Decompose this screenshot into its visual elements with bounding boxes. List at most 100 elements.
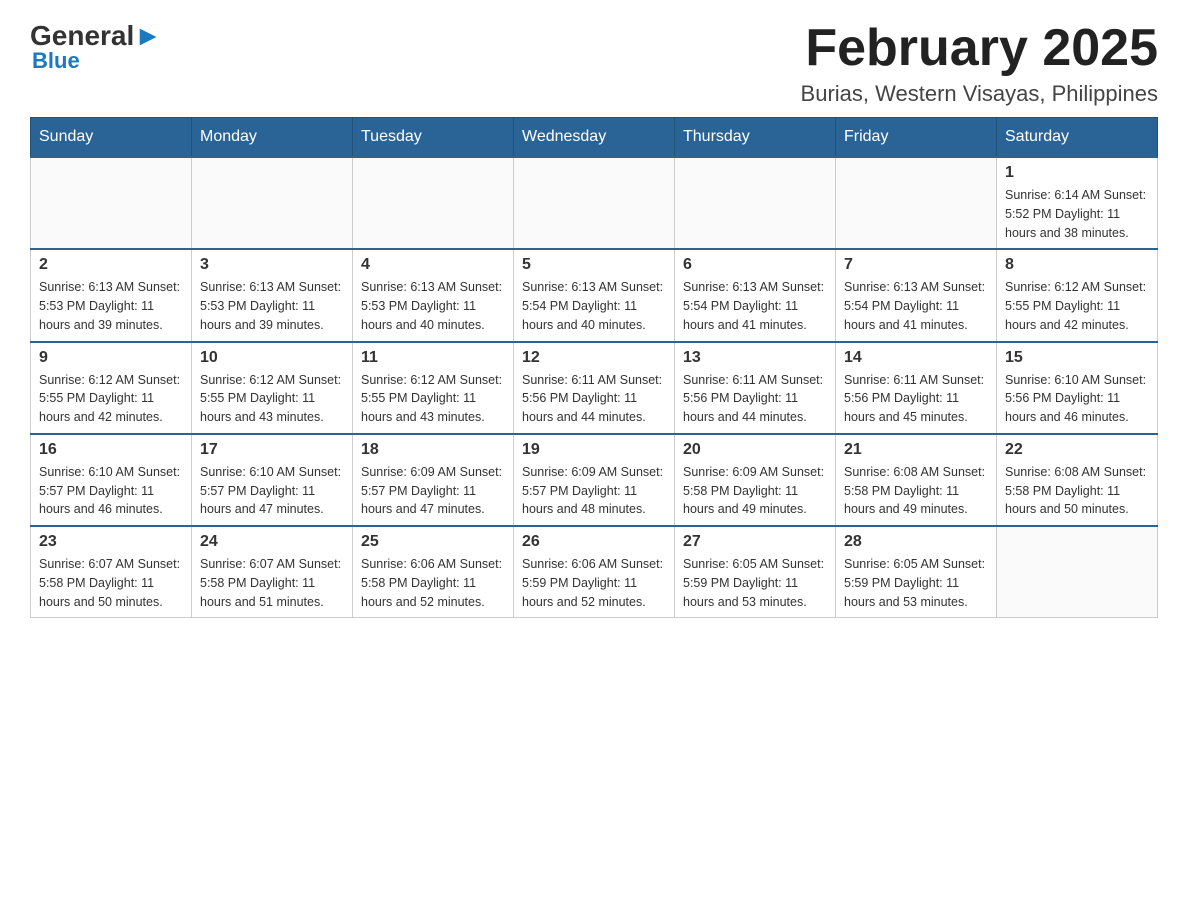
calendar-week-row: 9 Sunrise: 6:12 AM Sunset: 5:55 PM Daylig… [31,342,1158,434]
table-row: 23 Sunrise: 6:07 AM Sunset: 5:58 PM Dayli… [31,526,192,618]
page-subtitle: Burias, Western Visayas, Philippines [801,81,1158,107]
day-number: 23 [39,533,183,551]
day-number: 6 [683,256,827,274]
day-info: Sunrise: 6:09 AM Sunset: 5:57 PM Dayligh… [522,463,666,519]
table-row: 20Sunrise: 6:09 AM Sunset: 5:58 PM Dayli… [675,434,836,526]
day-info: Sunrise: 6:13 AM Sunset: 5:54 PM Dayligh… [522,278,666,334]
calendar-header-row: Sunday Monday Tuesday Wednesday Thursday… [31,118,1158,158]
table-row [514,157,675,249]
calendar-week-row: 16Sunrise: 6:10 AM Sunset: 5:57 PM Dayli… [31,434,1158,526]
day-info: Sunrise: 6:07 AM Sunset: 5:58 PM Dayligh… [39,555,183,611]
table-row [353,157,514,249]
day-info: Sunrise: 6:08 AM Sunset: 5:58 PM Dayligh… [1005,463,1149,519]
day-info: Sunrise: 6:13 AM Sunset: 5:53 PM Dayligh… [39,278,183,334]
day-number: 19 [522,441,666,459]
table-row: 11 Sunrise: 6:12 AM Sunset: 5:55 PM Dayli… [353,342,514,434]
logo: General ► Blue [30,20,162,74]
day-number: 1 [1005,164,1149,182]
table-row: 14 Sunrise: 6:11 AM Sunset: 5:56 PM Dayli… [836,342,997,434]
day-info: Sunrise: 6:10 AM Sunset: 5:57 PM Dayligh… [200,463,344,519]
day-number: 14 [844,349,988,367]
table-row: 1 Sunrise: 6:14 AM Sunset: 5:52 PM Daylig… [997,157,1158,249]
table-row: 18 Sunrise: 6:09 AM Sunset: 5:57 PM Dayli… [353,434,514,526]
table-row: 4Sunrise: 6:13 AM Sunset: 5:53 PM Daylig… [353,249,514,341]
day-info: Sunrise: 6:12 AM Sunset: 5:55 PM Dayligh… [1005,278,1149,334]
day-number: 21 [844,441,988,459]
day-info: Sunrise: 6:13 AM Sunset: 5:53 PM Dayligh… [200,278,344,334]
day-info: Sunrise: 6:05 AM Sunset: 5:59 PM Dayligh… [683,555,827,611]
table-row: 5 Sunrise: 6:13 AM Sunset: 5:54 PM Daylig… [514,249,675,341]
table-row: 6 Sunrise: 6:13 AM Sunset: 5:54 PM Daylig… [675,249,836,341]
day-number: 12 [522,349,666,367]
day-number: 8 [1005,256,1149,274]
table-row: 7 Sunrise: 6:13 AM Sunset: 5:54 PM Daylig… [836,249,997,341]
table-row: 17 Sunrise: 6:10 AM Sunset: 5:57 PM Dayli… [192,434,353,526]
calendar-table: Sunday Monday Tuesday Wednesday Thursday… [30,117,1158,618]
day-number: 17 [200,441,344,459]
table-row: 16Sunrise: 6:10 AM Sunset: 5:57 PM Dayli… [31,434,192,526]
calendar-week-row: 23 Sunrise: 6:07 AM Sunset: 5:58 PM Dayli… [31,526,1158,618]
col-sunday: Sunday [31,118,192,158]
day-number: 9 [39,349,183,367]
table-row: 12 Sunrise: 6:11 AM Sunset: 5:56 PM Dayli… [514,342,675,434]
table-row: 21 Sunrise: 6:08 AM Sunset: 5:58 PM Dayli… [836,434,997,526]
calendar-week-row: 1 Sunrise: 6:14 AM Sunset: 5:52 PM Daylig… [31,157,1158,249]
logo-blue-text: ► [134,20,162,52]
col-tuesday: Tuesday [353,118,514,158]
table-row [675,157,836,249]
table-row: 9 Sunrise: 6:12 AM Sunset: 5:55 PM Daylig… [31,342,192,434]
table-row: 13Sunrise: 6:11 AM Sunset: 5:56 PM Dayli… [675,342,836,434]
day-number: 7 [844,256,988,274]
day-number: 28 [844,533,988,551]
day-number: 22 [1005,441,1149,459]
day-info: Sunrise: 6:12 AM Sunset: 5:55 PM Dayligh… [39,371,183,427]
day-number: 25 [361,533,505,551]
day-info: Sunrise: 6:11 AM Sunset: 5:56 PM Dayligh… [844,371,988,427]
table-row: 2 Sunrise: 6:13 AM Sunset: 5:53 PM Daylig… [31,249,192,341]
logo-sub: Blue [32,48,80,74]
table-row [997,526,1158,618]
table-row: 27Sunrise: 6:05 AM Sunset: 5:59 PM Dayli… [675,526,836,618]
day-info: Sunrise: 6:13 AM Sunset: 5:53 PM Dayligh… [361,278,505,334]
day-info: Sunrise: 6:14 AM Sunset: 5:52 PM Dayligh… [1005,186,1149,242]
day-info: Sunrise: 6:12 AM Sunset: 5:55 PM Dayligh… [361,371,505,427]
day-number: 11 [361,349,505,367]
col-monday: Monday [192,118,353,158]
day-number: 2 [39,256,183,274]
page-header: General ► Blue February 2025 Burias, Wes… [30,20,1158,107]
day-number: 5 [522,256,666,274]
day-info: Sunrise: 6:09 AM Sunset: 5:57 PM Dayligh… [361,463,505,519]
table-row: 25 Sunrise: 6:06 AM Sunset: 5:58 PM Dayli… [353,526,514,618]
day-info: Sunrise: 6:06 AM Sunset: 5:58 PM Dayligh… [361,555,505,611]
day-info: Sunrise: 6:13 AM Sunset: 5:54 PM Dayligh… [683,278,827,334]
table-row: 10 Sunrise: 6:12 AM Sunset: 5:55 PM Dayli… [192,342,353,434]
table-row: 3 Sunrise: 6:13 AM Sunset: 5:53 PM Daylig… [192,249,353,341]
day-info: Sunrise: 6:06 AM Sunset: 5:59 PM Dayligh… [522,555,666,611]
table-row: 24Sunrise: 6:07 AM Sunset: 5:58 PM Dayli… [192,526,353,618]
day-number: 10 [200,349,344,367]
day-info: Sunrise: 6:13 AM Sunset: 5:54 PM Dayligh… [844,278,988,334]
table-row: 28 Sunrise: 6:05 AM Sunset: 5:59 PM Dayli… [836,526,997,618]
table-row: 15 Sunrise: 6:10 AM Sunset: 5:56 PM Dayli… [997,342,1158,434]
table-row: 19 Sunrise: 6:09 AM Sunset: 5:57 PM Dayli… [514,434,675,526]
col-friday: Friday [836,118,997,158]
day-number: 18 [361,441,505,459]
day-number: 15 [1005,349,1149,367]
table-row [31,157,192,249]
day-number: 26 [522,533,666,551]
day-info: Sunrise: 6:12 AM Sunset: 5:55 PM Dayligh… [200,371,344,427]
table-row: 22 Sunrise: 6:08 AM Sunset: 5:58 PM Dayli… [997,434,1158,526]
table-row [192,157,353,249]
day-number: 3 [200,256,344,274]
day-info: Sunrise: 6:08 AM Sunset: 5:58 PM Dayligh… [844,463,988,519]
table-row [836,157,997,249]
day-number: 20 [683,441,827,459]
day-info: Sunrise: 6:05 AM Sunset: 5:59 PM Dayligh… [844,555,988,611]
day-info: Sunrise: 6:07 AM Sunset: 5:58 PM Dayligh… [200,555,344,611]
title-block: February 2025 Burias, Western Visayas, P… [801,20,1158,107]
day-number: 13 [683,349,827,367]
table-row: 26 Sunrise: 6:06 AM Sunset: 5:59 PM Dayli… [514,526,675,618]
day-info: Sunrise: 6:10 AM Sunset: 5:56 PM Dayligh… [1005,371,1149,427]
day-info: Sunrise: 6:11 AM Sunset: 5:56 PM Dayligh… [522,371,666,427]
table-row: 8 Sunrise: 6:12 AM Sunset: 5:55 PM Daylig… [997,249,1158,341]
